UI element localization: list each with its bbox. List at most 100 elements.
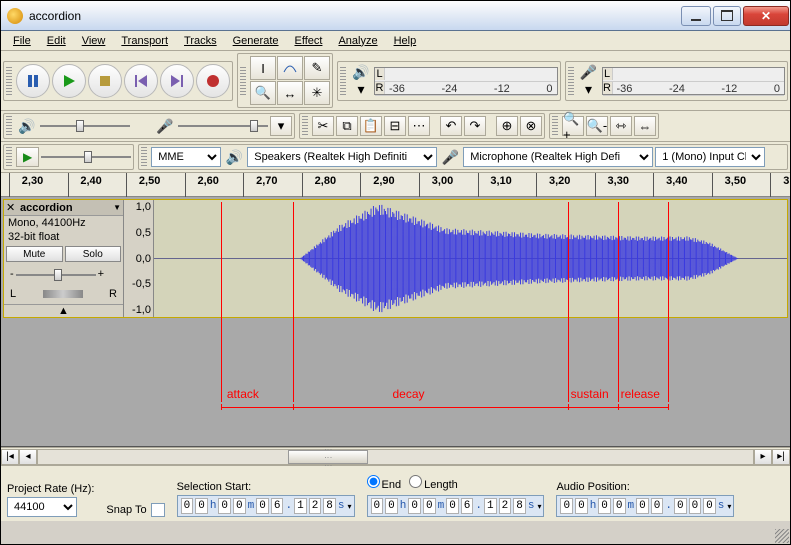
- transport-toolbar: [3, 61, 233, 101]
- scroll-left-button[interactable]: ◂: [19, 449, 37, 465]
- toolbar-grip[interactable]: [340, 67, 346, 95]
- play-button[interactable]: [52, 64, 86, 98]
- scrollbar-thumb[interactable]: [288, 450, 368, 464]
- zoom-tool-icon[interactable]: 🔍: [250, 81, 276, 105]
- zoom-out-icon[interactable]: 🔍-: [586, 116, 608, 136]
- toolbar-grip[interactable]: [240, 67, 246, 95]
- selection-start-time[interactable]: 00 h 00 m 06.128 s▾: [177, 495, 355, 517]
- decay-label: decay: [393, 387, 425, 401]
- mic-icon[interactable]: 🎤▾: [578, 64, 600, 98]
- undo-icon[interactable]: ↶: [440, 116, 462, 136]
- tools-toolbar: I ✎ 🔍 ↔ ✳: [237, 53, 333, 108]
- minimize-button[interactable]: [681, 6, 711, 26]
- edit-toolbar: ✂ ⧉ 📋 ⊟ ⋯ ↶ ↷ ⊕ ⊗: [299, 113, 545, 139]
- gain-slider[interactable]: [16, 268, 96, 282]
- menu-help[interactable]: Help: [386, 33, 425, 49]
- input-monitor-icon[interactable]: ▾: [270, 116, 292, 136]
- solo-button[interactable]: Solo: [65, 246, 122, 262]
- snap-checkbox[interactable]: [151, 503, 165, 517]
- link-icon[interactable]: ⊗: [520, 116, 542, 136]
- toolbar-grip[interactable]: [552, 116, 558, 136]
- project-rate-label: Project Rate (Hz):: [7, 483, 94, 495]
- playback-volume-slider[interactable]: [40, 119, 130, 133]
- paste-icon[interactable]: 📋: [360, 116, 382, 136]
- envelope-tool-icon[interactable]: [277, 56, 303, 80]
- selection-tool-icon[interactable]: I: [250, 56, 276, 80]
- toolbar-grip[interactable]: [6, 116, 12, 136]
- project-rate-select[interactable]: 44100: [7, 497, 77, 517]
- trim-icon[interactable]: ⊟: [384, 116, 406, 136]
- playback-meter-toolbar: 🔊▾ L R -36-24-120: [337, 61, 561, 101]
- redo-icon[interactable]: ↷: [464, 116, 486, 136]
- scroll-right-button[interactable]: ▸: [754, 449, 772, 465]
- fit-selection-icon[interactable]: ⇿: [610, 116, 632, 136]
- menu-bar: File Edit View Transport Tracks Generate…: [1, 31, 790, 51]
- track: ✕ accordion ▼ Mono, 44100Hz 32-bit float…: [3, 199, 788, 318]
- timeshift-tool-icon[interactable]: ↔: [277, 81, 303, 105]
- silence-icon[interactable]: ⋯: [408, 116, 430, 136]
- snap-to[interactable]: Snap To: [106, 503, 164, 517]
- menu-file[interactable]: File: [5, 33, 39, 49]
- sustain-label: sustain: [571, 387, 609, 401]
- record-volume-slider[interactable]: [178, 119, 268, 133]
- toolbar-grip[interactable]: [6, 67, 12, 95]
- horizontal-scrollbar[interactable]: |◂ ◂ ▸ ▸|: [1, 447, 790, 465]
- toolbar-grip[interactable]: [141, 147, 147, 167]
- menu-effect[interactable]: Effect: [287, 33, 331, 49]
- stop-button[interactable]: [88, 64, 122, 98]
- menu-edit[interactable]: Edit: [39, 33, 74, 49]
- adsr-annotations: attack decay sustain release: [155, 357, 780, 447]
- release-label: release: [621, 387, 660, 401]
- input-device-select[interactable]: Microphone (Realtek High Defi: [463, 147, 653, 167]
- playback-speed-slider[interactable]: [41, 150, 131, 164]
- waveform-display[interactable]: [154, 200, 787, 317]
- input-channels-select[interactable]: 1 (Mono) Input Ch: [655, 147, 765, 167]
- draw-tool-icon[interactable]: ✎: [304, 56, 330, 80]
- close-button[interactable]: [743, 6, 789, 26]
- track-name[interactable]: accordion: [20, 202, 113, 214]
- playback-meter[interactable]: L R -36-24-120: [374, 67, 558, 95]
- scroll-right-end-button[interactable]: ▸|: [772, 449, 790, 465]
- audio-position-time[interactable]: 00 h 00 m 00.000 s▾: [556, 495, 734, 517]
- menu-tracks[interactable]: Tracks: [176, 33, 225, 49]
- mixer-toolbar: 🔊 🎤 ▾: [3, 113, 295, 139]
- end-radio[interactable]: End: [367, 475, 402, 491]
- selection-end-time[interactable]: 00 h 00 m 06.128 s▾: [367, 495, 545, 517]
- pause-button[interactable]: [16, 64, 50, 98]
- speaker-icon[interactable]: 🔊▾: [350, 64, 372, 98]
- track-menu-icon[interactable]: ▼: [113, 203, 121, 212]
- collapse-button[interactable]: ▲: [4, 304, 123, 317]
- audio-host-select[interactable]: MME: [151, 147, 221, 167]
- skip-start-button[interactable]: [124, 64, 158, 98]
- multi-tool-icon[interactable]: ✳: [304, 81, 330, 105]
- fit-project-icon[interactable]: ⇔: [634, 116, 656, 136]
- output-device-select[interactable]: Speakers (Realtek High Definiti: [247, 147, 437, 167]
- resize-grip-icon[interactable]: [775, 529, 789, 543]
- play-at-speed-button[interactable]: ▶: [16, 147, 39, 167]
- skip-end-button[interactable]: [160, 64, 194, 98]
- toolbar-grip[interactable]: [302, 116, 308, 136]
- mic-icon: 🎤: [439, 149, 461, 166]
- track-area: ✕ accordion ▼ Mono, 44100Hz 32-bit float…: [1, 197, 790, 447]
- menu-analyze[interactable]: Analyze: [330, 33, 385, 49]
- record-button[interactable]: [196, 64, 230, 98]
- zoom-in-icon[interactable]: 🔍+: [562, 116, 584, 136]
- pan-slider[interactable]: [43, 290, 83, 298]
- menu-transport[interactable]: Transport: [113, 33, 176, 49]
- sync-lock-icon[interactable]: ⊕: [496, 116, 518, 136]
- track-close-icon[interactable]: ✕: [6, 201, 20, 214]
- copy-icon[interactable]: ⧉: [336, 116, 358, 136]
- timeline-ruler[interactable]: 2,30 2,40 2,50 2,60 2,70 2,80 2,90 3,00 …: [1, 173, 790, 197]
- maximize-button[interactable]: [713, 6, 741, 26]
- track-format: 32-bit float: [4, 230, 123, 244]
- length-radio[interactable]: Length: [409, 475, 458, 491]
- record-meter[interactable]: L R -36-24-120: [602, 67, 786, 95]
- menu-view[interactable]: View: [74, 33, 114, 49]
- toolbar-grip[interactable]: [6, 147, 12, 167]
- menu-generate[interactable]: Generate: [225, 33, 287, 49]
- cut-icon[interactable]: ✂: [312, 116, 334, 136]
- scroll-left-end-button[interactable]: |◂: [1, 449, 19, 465]
- audio-position-label: Audio Position:: [556, 481, 734, 493]
- mute-button[interactable]: Mute: [6, 246, 63, 262]
- toolbar-grip[interactable]: [568, 67, 574, 95]
